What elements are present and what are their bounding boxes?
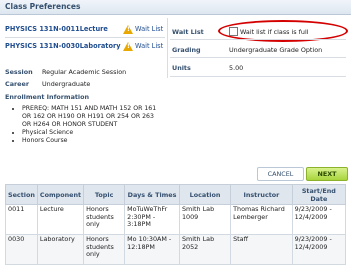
column-header: Days & Times — [124, 184, 180, 205]
wait-list-label: Wait List — [172, 28, 204, 36]
course-link-lecture[interactable]: PHYSICS 131N-0011Lecture — [5, 25, 108, 33]
table-cell: 9/23/2009 - 12/4/2009 — [291, 234, 347, 265]
table-cell: Smith Lab 2052 — [178, 234, 232, 265]
column-header: Component — [36, 184, 85, 205]
divider — [5, 37, 165, 38]
divider — [170, 39, 346, 40]
grading-value: Undergraduate Grade Option — [229, 46, 323, 54]
warning-icon — [123, 25, 133, 34]
table-cell: Thomas Richard Lemberger — [230, 204, 293, 235]
units-value: 5.00 — [229, 64, 244, 72]
table-cell: Honors students only — [83, 204, 126, 235]
course-row-lecture: PHYSICS 131N-0011Lecture Wait List — [5, 24, 165, 36]
career-label: Career — [5, 80, 29, 88]
table-cell: Laboratory — [36, 234, 85, 265]
course-link-laboratory[interactable]: PHYSICS 131N-0030Laboratory — [5, 42, 121, 50]
column-header: Topic — [83, 184, 126, 205]
units-label: Units — [172, 64, 191, 72]
table-cell: MoTuWeThFr 2:30PM - 3:18PM — [124, 204, 180, 235]
cancel-button[interactable]: CANCEL — [257, 167, 304, 181]
table-row: 0030 Laboratory Honors students only Mo … — [5, 234, 347, 265]
table-header-row: Section Component Topic Days & Times Loc… — [5, 184, 347, 205]
session-value: Regular Academic Session — [42, 68, 127, 76]
class-preferences-header: Class Preferences — [0, 0, 351, 15]
table-cell: Honors students only — [83, 234, 126, 265]
column-divider — [167, 18, 168, 78]
enrollment-info-list: PREREQ: MATH 151 AND MATH 152 OR 161 OR … — [12, 105, 162, 145]
table-cell: 9/23/2009 - 12/4/2009 — [291, 204, 347, 235]
divider — [170, 76, 346, 77]
list-item: Physical Science — [22, 129, 162, 137]
waitlist-link-laboratory[interactable]: Wait List — [135, 42, 163, 50]
enrollment-info-label: Enrollment Information — [5, 93, 90, 101]
waitlist-link-lecture[interactable]: Wait List — [135, 25, 163, 33]
column-header: Instructor — [230, 184, 293, 205]
column-header: Start/End Date — [291, 184, 347, 205]
table-cell: Mo 10:30AM - 12:18PM — [124, 234, 180, 265]
page-title: Class Preferences — [5, 2, 81, 11]
table-cell: Lecture — [36, 204, 85, 235]
table-cell: Smith Lab 1009 — [178, 204, 232, 235]
table-cell: 0011 — [5, 204, 38, 235]
list-item: Honors Course — [22, 137, 162, 145]
warning-icon — [123, 42, 133, 51]
career-value: Undergraduate — [42, 80, 91, 88]
table-cell: Staff — [230, 234, 293, 265]
course-row-laboratory: PHYSICS 131N-0030Laboratory Wait List — [5, 41, 165, 53]
column-header: Section — [5, 184, 38, 205]
next-button[interactable]: NEXT — [306, 167, 348, 181]
grading-label: Grading — [172, 46, 201, 54]
list-item: PREREQ: MATH 151 AND MATH 152 OR 161 OR … — [22, 105, 162, 129]
session-label: Session — [5, 68, 33, 76]
table-row: 0011 Lecture Honors students only MoTuWe… — [5, 204, 347, 235]
column-header: Location — [178, 184, 232, 205]
sections-table: Section Component Topic Days & Times Loc… — [5, 184, 347, 265]
divider — [170, 57, 346, 58]
table-cell: 0030 — [5, 234, 38, 265]
